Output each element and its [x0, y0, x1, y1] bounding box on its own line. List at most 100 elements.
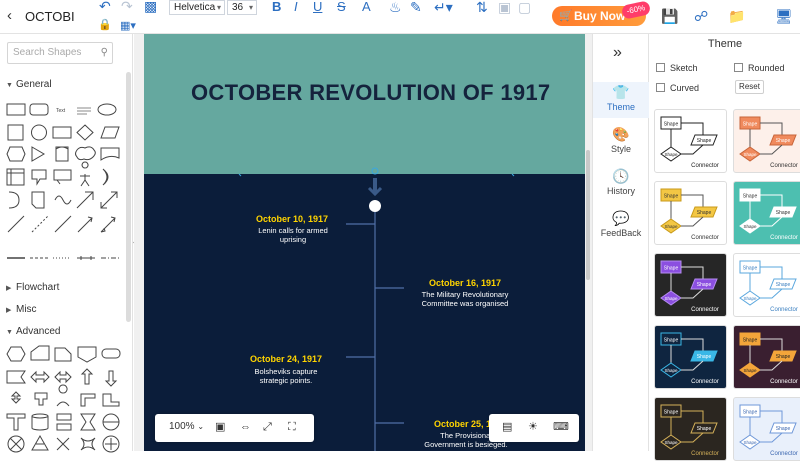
- section-advanced[interactable]: ▼ Advanced: [6, 326, 60, 337]
- curved-checkbox[interactable]: Curved: [656, 83, 699, 93]
- reset-button[interactable]: Reset: [735, 80, 764, 94]
- table-icon[interactable]: ▦▾: [120, 19, 136, 33]
- underline-icon[interactable]: U: [313, 0, 322, 14]
- caret-right-icon: ▶: [6, 307, 12, 314]
- back-chevron-icon[interactable]: ‹: [7, 8, 12, 23]
- fit-page-icon[interactable]: ▣: [215, 421, 225, 433]
- theme-preview: Shape Shape Shape Connector: [739, 332, 798, 385]
- svg-text:Shape: Shape: [697, 210, 712, 216]
- svg-text:Shape: Shape: [743, 338, 758, 344]
- tab-history-label: History: [606, 186, 635, 196]
- section-general[interactable]: ▼ General: [6, 79, 52, 90]
- event-date[interactable]: October 10, 1917: [256, 214, 328, 224]
- fullscreen-icon[interactable]: ⛶: [288, 421, 296, 433]
- timeline-lines[interactable]: [144, 34, 585, 451]
- selection-handle[interactable]: [371, 167, 379, 175]
- tab-style-label: Style: [610, 144, 631, 154]
- font-color-icon[interactable]: A: [362, 0, 371, 14]
- discount-badge: -60%: [620, 0, 652, 20]
- section-flowchart[interactable]: ▶ Flowchart: [6, 282, 59, 293]
- theme-card[interactable]: Shape Shape Shape Connector: [654, 253, 727, 317]
- event-date[interactable]: October 16, 1917: [429, 278, 501, 288]
- theme-card[interactable]: Shape Shape Shape Connector: [733, 253, 800, 317]
- svg-text:Connector: Connector: [770, 163, 798, 169]
- bring-front-icon[interactable]: ▣: [498, 0, 511, 14]
- connector-style-icon[interactable]: ↵▾: [434, 0, 453, 14]
- rounded-checkbox[interactable]: Rounded: [734, 63, 785, 73]
- zoom-value: 100%: [169, 421, 195, 432]
- svg-text:Shape: Shape: [743, 296, 757, 301]
- theme-card[interactable]: Shape Shape Shape Connector: [654, 325, 727, 389]
- collapse-right-panel-icon[interactable]: »: [613, 44, 622, 62]
- event-description[interactable]: Bolsheviks capture strategic points.: [244, 367, 328, 385]
- theme-card[interactable]: Shape Shape Shape Connector: [733, 325, 800, 389]
- keyboard-icon[interactable]: ⌨: [553, 421, 569, 433]
- bold-icon[interactable]: B: [272, 0, 281, 14]
- caret-down-icon: ▼: [6, 329, 13, 336]
- view-toolbar: ▤ ☀ ⌨: [489, 414, 579, 442]
- theme-card[interactable]: Shape Shape Shape Connector: [733, 397, 800, 461]
- undo-icon[interactable]: ↶: [99, 0, 111, 13]
- theme-card[interactable]: Shape Shape Shape Connector: [733, 181, 800, 245]
- chevron-down-icon: ▾: [216, 3, 221, 12]
- section-misc[interactable]: ▶ Misc: [6, 304, 37, 315]
- event-description[interactable]: The Military Revolutionary Committee was…: [414, 290, 516, 308]
- strikethrough-icon[interactable]: S: [337, 0, 346, 14]
- redo-icon[interactable]: ↷: [121, 0, 133, 13]
- theme-card[interactable]: Shape Shape Shape Connector: [654, 109, 727, 173]
- send-back-icon[interactable]: ▢: [518, 0, 531, 14]
- fill-bucket-icon[interactable]: ♨: [389, 0, 402, 14]
- zoom-select[interactable]: 100% ⌄: [169, 421, 204, 433]
- timeline-start-dot[interactable]: [369, 200, 381, 212]
- present-icon[interactable]: 🖥: [775, 9, 793, 23]
- svg-text:Shape: Shape: [664, 368, 678, 373]
- svg-text:Shape: Shape: [664, 194, 679, 200]
- svg-text:Shape: Shape: [743, 194, 758, 200]
- page-setup-icon[interactable]: ▤: [502, 421, 512, 433]
- lock-icon[interactable]: 🔒: [98, 18, 112, 32]
- svg-text:Shape: Shape: [664, 224, 678, 229]
- event-description[interactable]: Lenin calls for armed uprising: [248, 226, 338, 244]
- tab-theme-label: Theme: [606, 102, 635, 112]
- general-shapes-grid[interactable]: Text: [5, 100, 125, 270]
- tab-feedback[interactable]: 💬 FeedBack: [593, 210, 649, 238]
- theme-preview: Shape Shape Shape Connector: [739, 188, 798, 241]
- save-icon[interactable]: 💾: [661, 9, 678, 23]
- svg-text:Shape: Shape: [743, 440, 757, 445]
- advanced-shapes-grid[interactable]: [5, 344, 125, 454]
- diagram-sheet[interactable]: OCTOBER REVOLUTION OF 1917 October 10, 1…: [144, 34, 585, 451]
- shape-panel-scrollbar[interactable]: [126, 72, 131, 322]
- curved-label: Curved: [670, 83, 700, 93]
- svg-text:Shape: Shape: [664, 410, 679, 416]
- fit-width-icon[interactable]: ⇔: [240, 421, 251, 433]
- sketch-checkbox[interactable]: Sketch: [656, 63, 698, 73]
- align-icon[interactable]: ⇅: [476, 0, 488, 14]
- theme-preview: Shape Shape Shape Connector: [660, 332, 719, 385]
- line-color-icon[interactable]: ✎: [410, 0, 422, 14]
- tab-theme[interactable]: 👕 Theme: [593, 82, 649, 118]
- svg-text:Shape: Shape: [664, 296, 678, 301]
- document-title[interactable]: OCTOBI: [25, 9, 75, 24]
- svg-text:Shape: Shape: [664, 338, 679, 344]
- theme-card[interactable]: Shape Shape Shape Connector: [654, 181, 727, 245]
- canvas-scrollbar[interactable]: [586, 150, 590, 280]
- tab-style[interactable]: 🎨 Style: [593, 126, 649, 154]
- svg-text:Connector: Connector: [691, 163, 719, 169]
- italic-icon[interactable]: I: [294, 0, 298, 14]
- right-tab-strip: » 👕 Theme 🎨 Style 🕓 History 💬 FeedBack: [592, 34, 649, 451]
- font-size-select[interactable]: 36 ▾: [227, 0, 257, 15]
- theme-preview: Shape Shape Shape Connector: [660, 188, 719, 241]
- export-folder-icon[interactable]: 📁: [728, 9, 745, 23]
- svg-text:Shape: Shape: [664, 152, 678, 157]
- top-toolbar: ‹ OCTOBI 🔒 ↶ ↷ ▩ ▦▾ Helvetica ▾ 36 ▾ B I…: [0, 0, 800, 34]
- format-painter-icon[interactable]: ▩: [144, 0, 157, 13]
- share-icon[interactable]: ☍: [694, 9, 708, 23]
- actual-size-icon[interactable]: ⤢: [263, 421, 272, 433]
- search-shapes-input[interactable]: Search Shapes ⚲: [7, 42, 113, 64]
- tab-history[interactable]: 🕓 History: [593, 168, 649, 196]
- event-date[interactable]: October 24, 1917: [250, 354, 322, 364]
- font-family-select[interactable]: Helvetica ▾: [169, 0, 225, 15]
- brightness-icon[interactable]: ☀: [528, 421, 538, 433]
- theme-card[interactable]: Shape Shape Shape Connector: [654, 397, 727, 461]
- theme-card[interactable]: Shape Shape Shape Connector: [733, 109, 800, 173]
